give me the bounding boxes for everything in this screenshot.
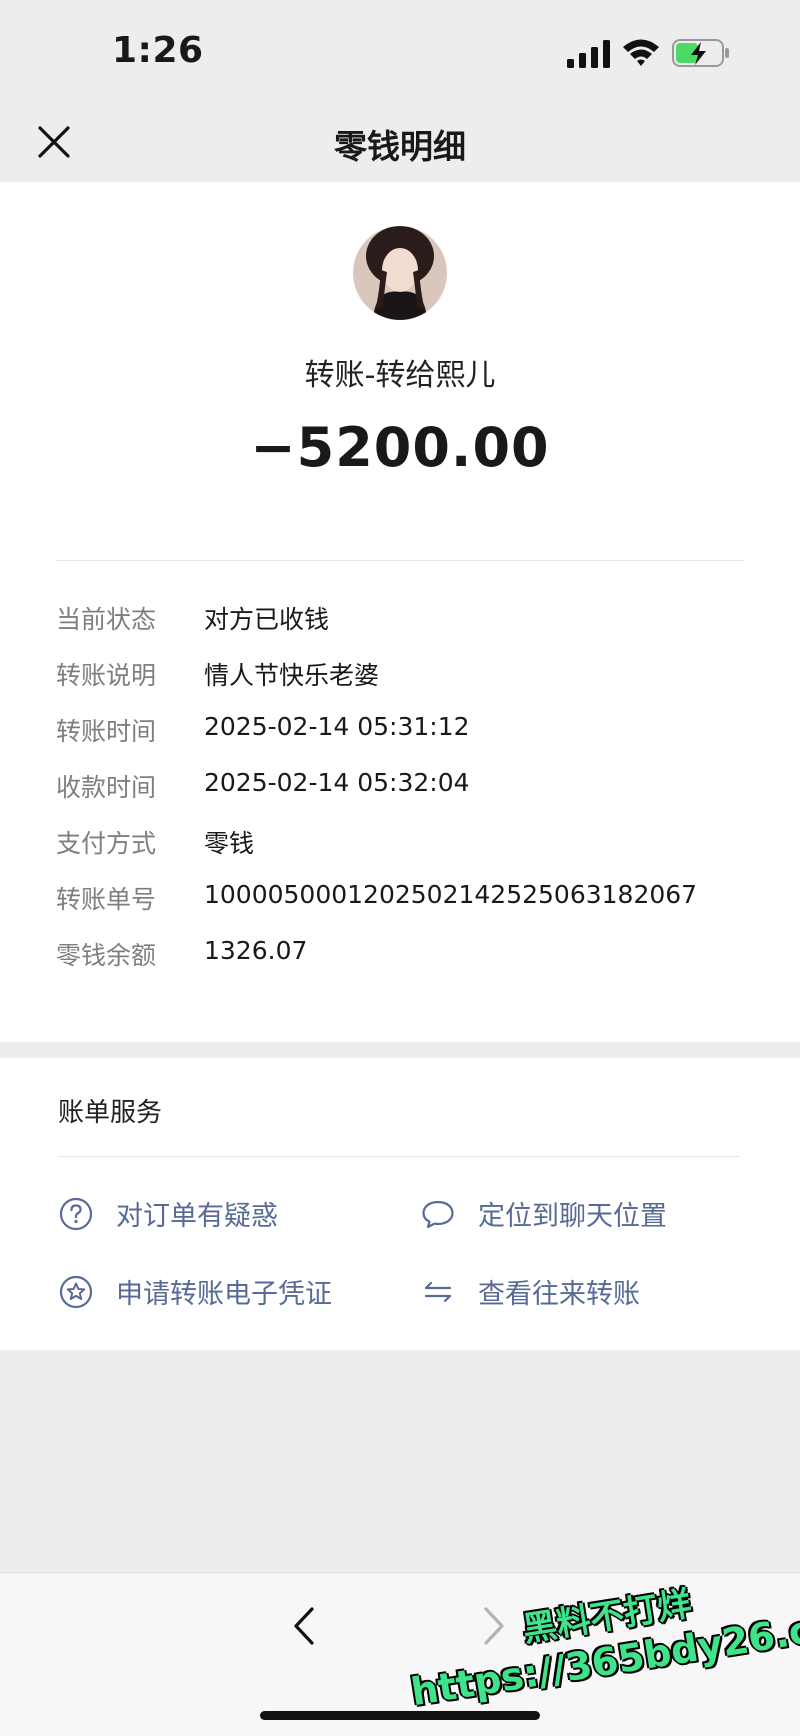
bill-services-card: 账单服务 对订单有疑惑 定位到聊天位置 申请转账电子凭证 查看往来转账 bbox=[0, 1058, 800, 1350]
detail-value: 零钱 bbox=[204, 829, 255, 858]
detail-row-payment-method: 支付方式 零钱 bbox=[56, 824, 756, 880]
detail-row-note: 转账说明 情人节快乐老婆 bbox=[56, 656, 756, 712]
detail-row-transfer-time: 转账时间 2025-02-14 05:31:12 bbox=[56, 712, 756, 768]
home-indicator[interactable] bbox=[260, 1711, 540, 1720]
status-time: 1:26 bbox=[112, 30, 204, 71]
detail-row-status: 当前状态 对方已收钱 bbox=[56, 600, 756, 656]
detail-value: 对方已收钱 bbox=[204, 605, 330, 634]
detail-label: 当前状态 bbox=[56, 605, 157, 634]
wifi-icon bbox=[623, 39, 659, 66]
detail-row-receive-time: 收款时间 2025-02-14 05:32:04 bbox=[56, 768, 756, 824]
detail-list: 当前状态 对方已收钱 转账说明 情人节快乐老婆 转账时间 2025-02-14 … bbox=[56, 600, 756, 992]
page-title: 零钱明细 bbox=[334, 127, 466, 166]
cellular-signal-icon bbox=[567, 40, 610, 68]
payee-description: 转账-转给熙儿 bbox=[304, 358, 496, 393]
detail-label: 零钱余额 bbox=[56, 941, 157, 970]
forward-arrow-icon[interactable] bbox=[474, 1601, 514, 1651]
transfer-voucher-link[interactable]: 申请转账电子凭证 bbox=[58, 1272, 332, 1311]
nav-bar: 零钱明细 bbox=[0, 100, 800, 182]
status-bar: 1:26 bbox=[0, 0, 800, 100]
locate-chat-link[interactable]: 定位到聊天位置 bbox=[420, 1194, 667, 1233]
detail-value: 2025-02-14 05:32:04 bbox=[204, 768, 470, 797]
detail-label: 收款时间 bbox=[56, 773, 157, 802]
swap-arrows-icon bbox=[420, 1274, 456, 1310]
service-label: 申请转账电子凭证 bbox=[116, 1279, 332, 1310]
divider bbox=[56, 560, 744, 561]
divider bbox=[58, 1156, 740, 1157]
detail-label: 转账时间 bbox=[56, 717, 157, 746]
detail-row-transfer-id: 转账单号 1000050001202502142525063182067 bbox=[56, 880, 756, 936]
detail-label: 转账单号 bbox=[56, 885, 157, 914]
detail-label: 转账说明 bbox=[56, 661, 157, 690]
payee-avatar[interactable] bbox=[353, 226, 447, 320]
chat-bubble-icon bbox=[420, 1196, 456, 1232]
detail-value: 1326.07 bbox=[204, 936, 308, 965]
order-question-link[interactable]: 对订单有疑惑 bbox=[58, 1194, 278, 1233]
detail-value: 情人节快乐老婆 bbox=[204, 661, 380, 690]
services-title: 账单服务 bbox=[58, 1098, 163, 1128]
transaction-detail-card: 转账-转给熙儿 −5200.00 当前状态 对方已收钱 转账说明 情人节快乐老婆… bbox=[0, 182, 800, 1042]
transaction-amount: −5200.00 bbox=[250, 416, 550, 479]
service-label: 查看往来转账 bbox=[478, 1279, 640, 1310]
detail-value: 2025-02-14 05:31:12 bbox=[204, 712, 470, 741]
back-arrow-icon[interactable] bbox=[284, 1601, 324, 1651]
question-circle-icon bbox=[58, 1196, 94, 1232]
service-label: 对订单有疑惑 bbox=[116, 1201, 278, 1232]
view-transfers-link[interactable]: 查看往来转账 bbox=[420, 1272, 640, 1311]
detail-row-balance: 零钱余额 1326.07 bbox=[56, 936, 756, 992]
star-circle-icon bbox=[58, 1274, 94, 1310]
detail-label: 支付方式 bbox=[56, 829, 157, 858]
bottom-toolbar bbox=[0, 1572, 800, 1736]
service-label: 定位到聊天位置 bbox=[478, 1201, 667, 1232]
battery-charging-icon bbox=[672, 39, 729, 67]
detail-value: 1000050001202502142525063182067 bbox=[204, 880, 698, 909]
